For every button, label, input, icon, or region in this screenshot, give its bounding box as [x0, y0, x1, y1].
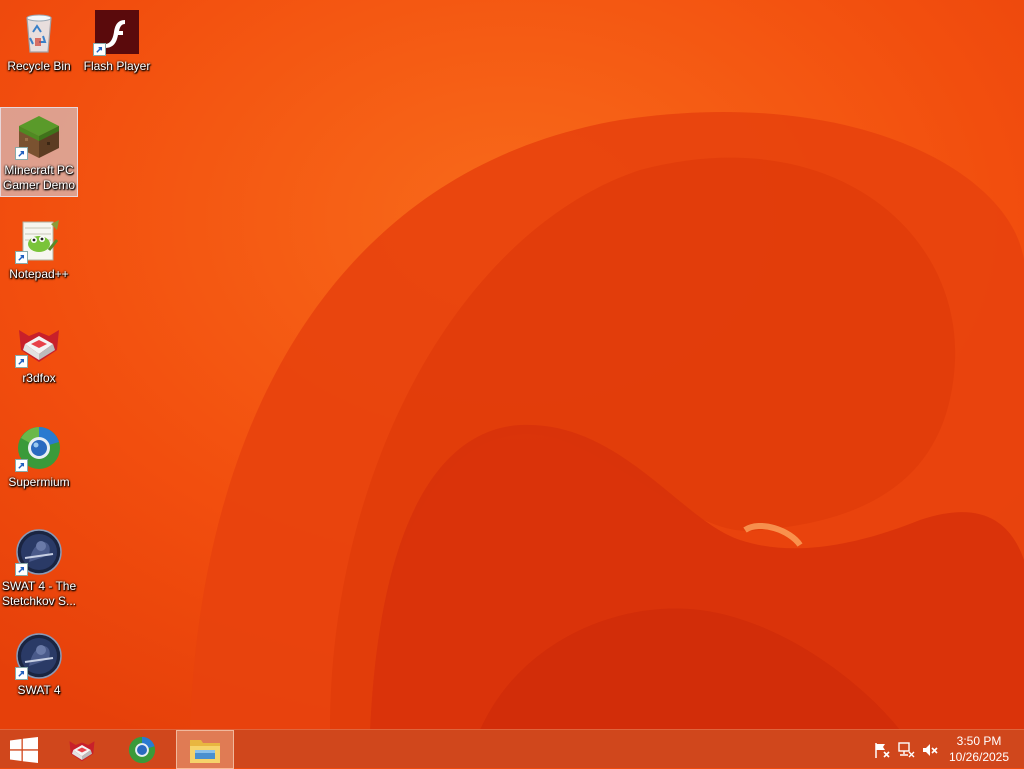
taskbar: 3:50 PM 10/26/2025	[0, 729, 1024, 769]
taskbar-button-supermium[interactable]	[116, 730, 168, 769]
system-clock[interactable]: 3:50 PM 10/26/2025	[946, 733, 1012, 765]
clock-time: 3:50 PM	[956, 734, 1002, 748]
action-center-flag-icon[interactable]	[873, 741, 891, 759]
shortcut-arrow-icon	[15, 355, 28, 368]
swat4-expansion-icon	[15, 528, 63, 576]
recycle-bin-icon	[15, 8, 63, 56]
desktop-icon-label: Supermium	[8, 475, 70, 489]
clock-date: 10/26/2025	[948, 750, 1010, 764]
r3dfox-icon	[15, 320, 63, 368]
notepad-plus-plus-icon	[15, 216, 63, 264]
desktop-icon-recycle-bin[interactable]: Recycle Bin	[1, 4, 77, 92]
desktop-icon-minecraft[interactable]: Minecraft PC Gamer Demo	[0, 107, 78, 197]
minecraft-icon	[15, 112, 63, 160]
desktop[interactable]: Recycle Bin Flash Player Minecraft PC Ga…	[0, 0, 1024, 730]
windows-logo-icon	[10, 736, 38, 763]
wallpaper	[0, 0, 1024, 730]
desktop-icon-label: Minecraft PC Gamer Demo	[2, 163, 76, 192]
supermium-icon	[15, 424, 63, 472]
file-explorer-icon	[190, 739, 220, 763]
taskbar-button-r3dfox[interactable]	[56, 730, 108, 769]
desktop-icon-label: Recycle Bin	[7, 59, 71, 73]
desktop-icon-notepad-plus-plus[interactable]: Notepad++	[1, 212, 77, 300]
shortcut-arrow-icon	[15, 667, 28, 680]
desktop-icon-label: Flash Player	[83, 59, 151, 73]
shortcut-arrow-icon	[15, 147, 28, 160]
desktop-icon-supermium[interactable]: Supermium	[1, 420, 77, 508]
shortcut-arrow-icon	[93, 43, 106, 56]
start-button[interactable]	[0, 730, 48, 769]
desktop-icon-label: SWAT 4 - The Stetchkov S...	[1, 579, 77, 608]
desktop-icon-label: r3dfox	[22, 371, 56, 385]
taskbar-button-file-explorer[interactable]	[176, 730, 234, 769]
volume-muted-icon[interactable]	[921, 741, 939, 759]
desktop-icon-label: Notepad++	[9, 267, 69, 281]
flash-player-icon	[93, 8, 141, 56]
desktop-icon-swat4[interactable]: SWAT 4	[1, 628, 77, 716]
desktop-icon-label: SWAT 4	[17, 683, 61, 697]
shortcut-arrow-icon	[15, 459, 28, 472]
supermium-icon	[128, 736, 156, 763]
shortcut-arrow-icon	[15, 251, 28, 264]
swat4-icon	[15, 632, 63, 680]
desktop-icon-swat4-expansion[interactable]: SWAT 4 - The Stetchkov S...	[1, 524, 77, 612]
shortcut-arrow-icon	[15, 563, 28, 576]
desktop-icon-flash-player[interactable]: Flash Player	[79, 4, 155, 92]
r3dfox-icon	[69, 740, 95, 761]
network-icon[interactable]	[897, 741, 915, 759]
desktop-icon-r3dfox[interactable]: r3dfox	[1, 316, 77, 404]
